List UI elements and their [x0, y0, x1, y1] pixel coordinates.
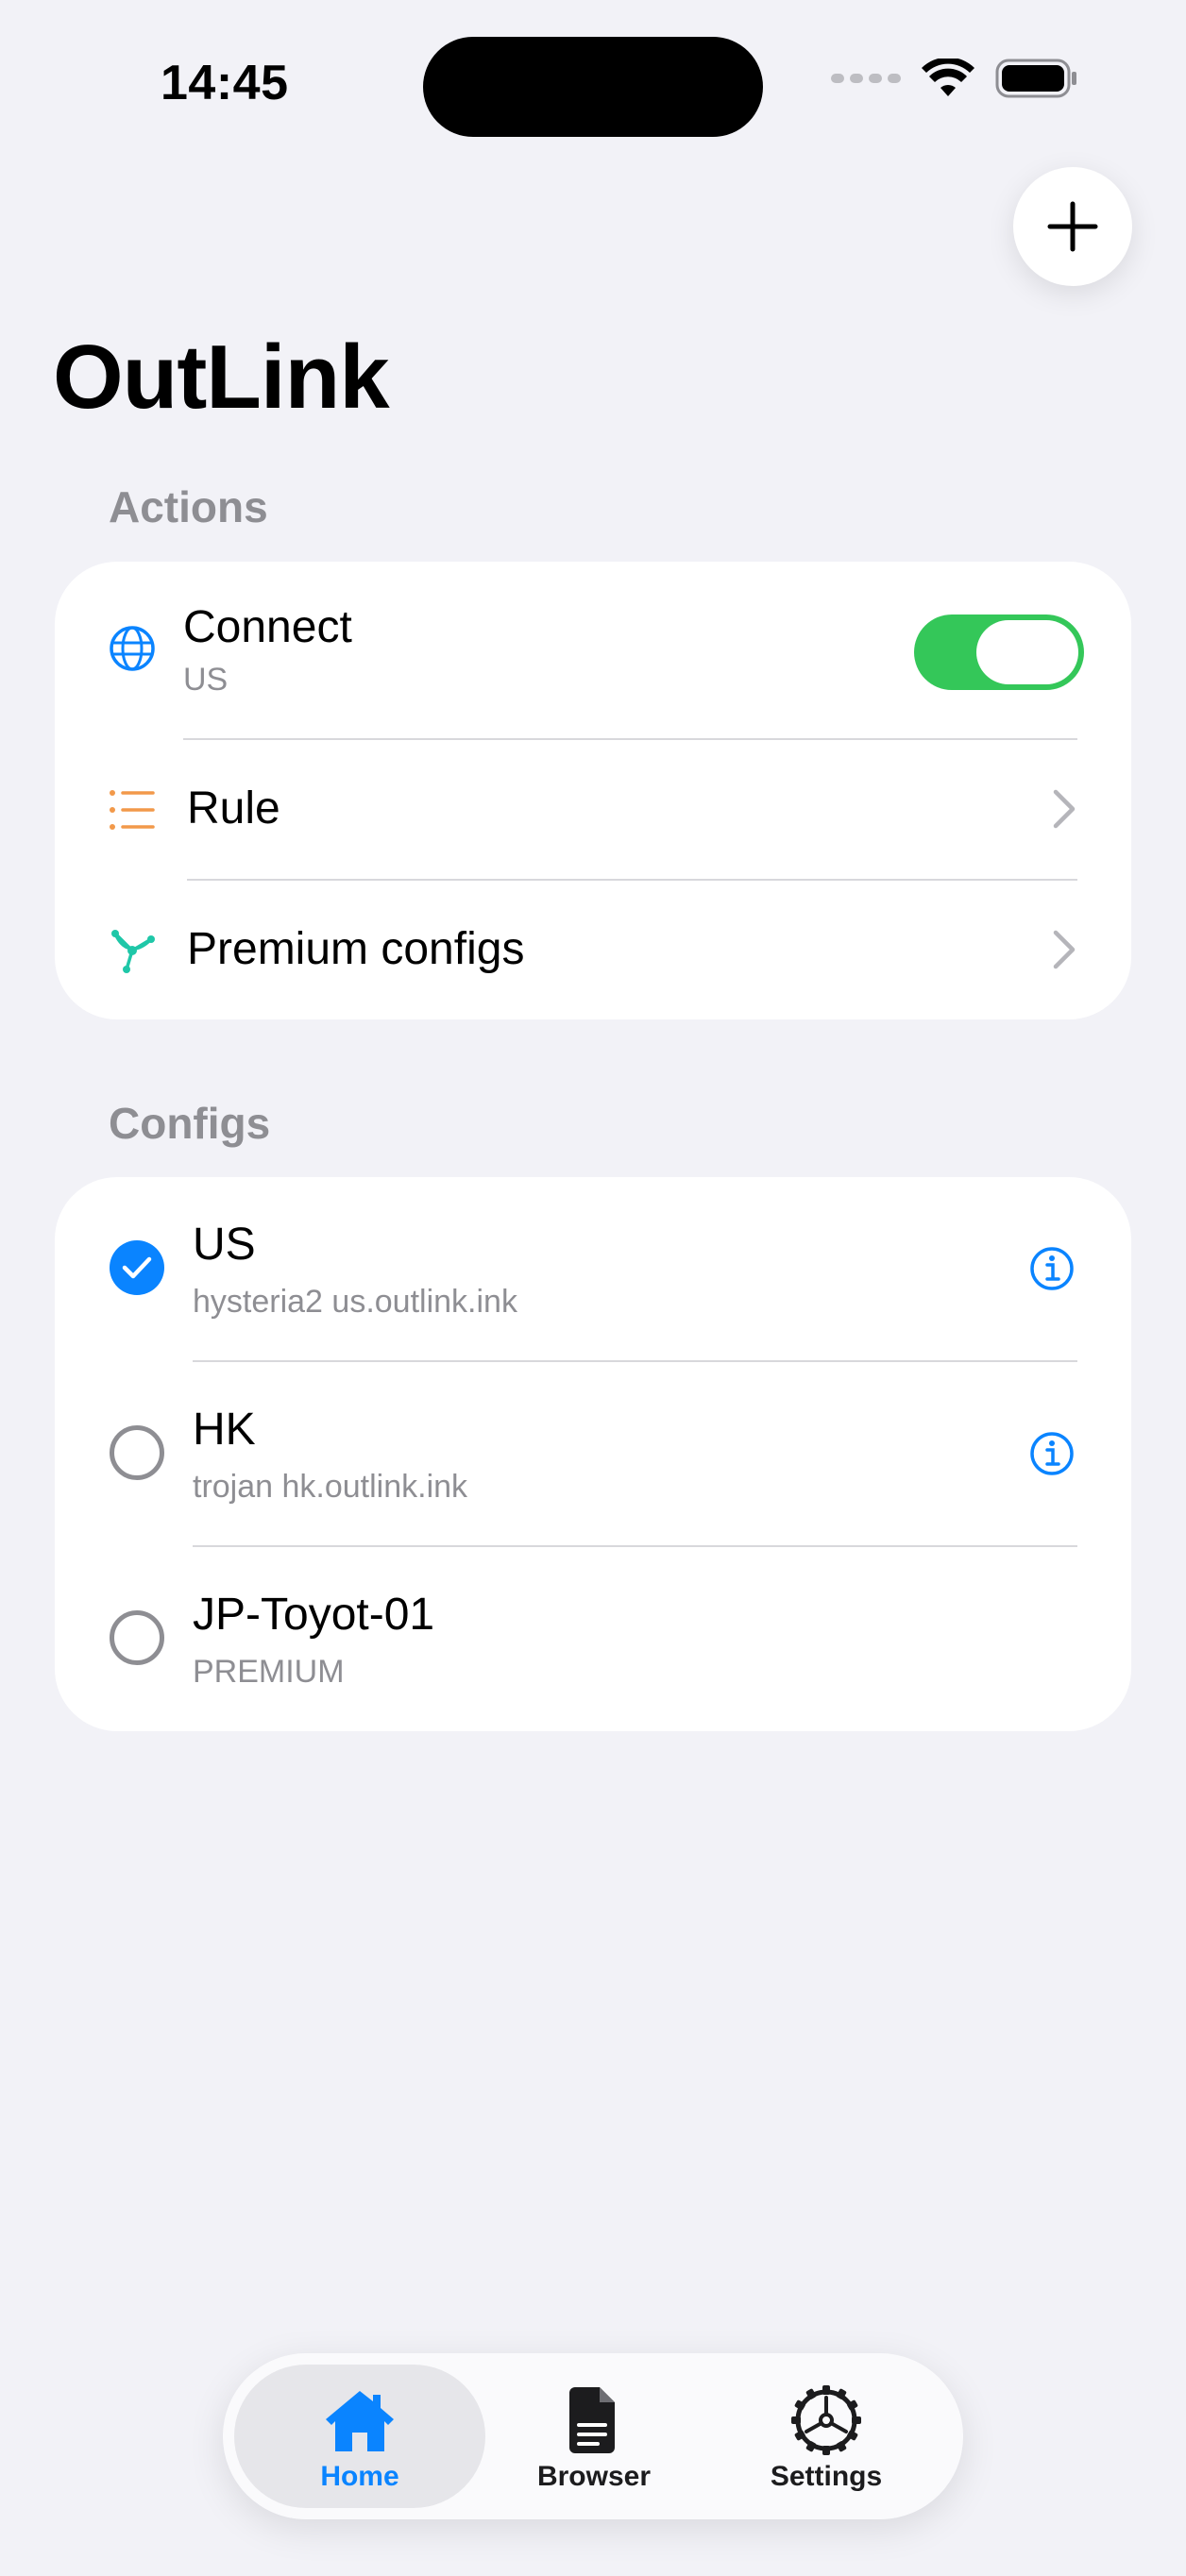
page-title: OutLink: [53, 327, 390, 428]
document-icon: [569, 2387, 615, 2453]
chevron-right-icon: [1053, 930, 1076, 969]
tab-browser[interactable]: Browser: [468, 2365, 720, 2508]
config-detail: PREMIUM: [193, 1654, 345, 1690]
tab-home[interactable]: Home: [234, 2365, 485, 2508]
config-name: JP-Toyot-01: [193, 1590, 435, 1640]
actions-card: Connect US Rule Premium configs: [55, 562, 1131, 1019]
tab-label: Settings: [770, 2461, 883, 2492]
premium-configs-row[interactable]: Premium configs: [55, 881, 1131, 1019]
list-icon: [110, 790, 155, 830]
connect-toggle[interactable]: [914, 615, 1084, 690]
unselected-radio-icon[interactable]: [110, 1610, 164, 1665]
info-icon[interactable]: [1028, 1245, 1076, 1292]
screen: 14:45 OutLink Actions Connect US Rule Pr…: [0, 0, 1186, 2576]
battery-icon: [995, 59, 1076, 98]
connect-label: Connect: [183, 602, 352, 652]
config-item-hk[interactable]: HK trojan hk.outlink.ink: [55, 1362, 1131, 1547]
house-icon: [326, 2391, 394, 2451]
unselected-radio-icon[interactable]: [110, 1425, 164, 1480]
config-name: HK: [193, 1405, 256, 1455]
rule-row[interactable]: Rule: [55, 740, 1131, 879]
configs-card: US hysteria2 us.outlink.ink HK trojan hk…: [55, 1177, 1131, 1731]
status-time: 14:45: [161, 56, 289, 110]
dynamic-island: [423, 37, 763, 137]
rule-label: Rule: [187, 783, 280, 833]
config-name: US: [193, 1220, 256, 1270]
tab-label: Home: [320, 2461, 399, 2492]
wifi-icon: [922, 59, 974, 96]
tab-label: Browser: [536, 2461, 652, 2492]
add-config-button[interactable]: [1013, 167, 1132, 286]
config-detail: hysteria2 us.outlink.ink: [193, 1284, 517, 1320]
connect-subtitle: US: [183, 662, 229, 698]
premium-configs-label: Premium configs: [187, 924, 525, 974]
plus-icon: [1047, 201, 1098, 252]
tab-settings[interactable]: Settings: [701, 2365, 952, 2508]
chevron-right-icon: [1053, 789, 1076, 829]
network-nodes-icon: [111, 930, 155, 973]
cellular-signal-icon: [831, 74, 901, 83]
status-icons: [831, 59, 1078, 98]
globe-icon: [110, 626, 155, 671]
gear-icon: [791, 2385, 861, 2455]
info-icon[interactable]: [1028, 1430, 1076, 1477]
config-item-jp-toyot-01[interactable]: JP-Toyot-01 PREMIUM: [55, 1547, 1131, 1731]
connect-row: Connect US: [55, 562, 1131, 739]
actions-section-header: Actions: [109, 482, 268, 531]
config-detail: trojan hk.outlink.ink: [193, 1469, 468, 1505]
selected-checkmark-icon[interactable]: [110, 1240, 164, 1295]
toggle-knob: [976, 620, 1078, 684]
configs-section-header: Configs: [109, 1099, 271, 1148]
config-item-us[interactable]: US hysteria2 us.outlink.ink: [55, 1177, 1131, 1362]
tab-bar: Home Browser Settings: [223, 2353, 963, 2519]
